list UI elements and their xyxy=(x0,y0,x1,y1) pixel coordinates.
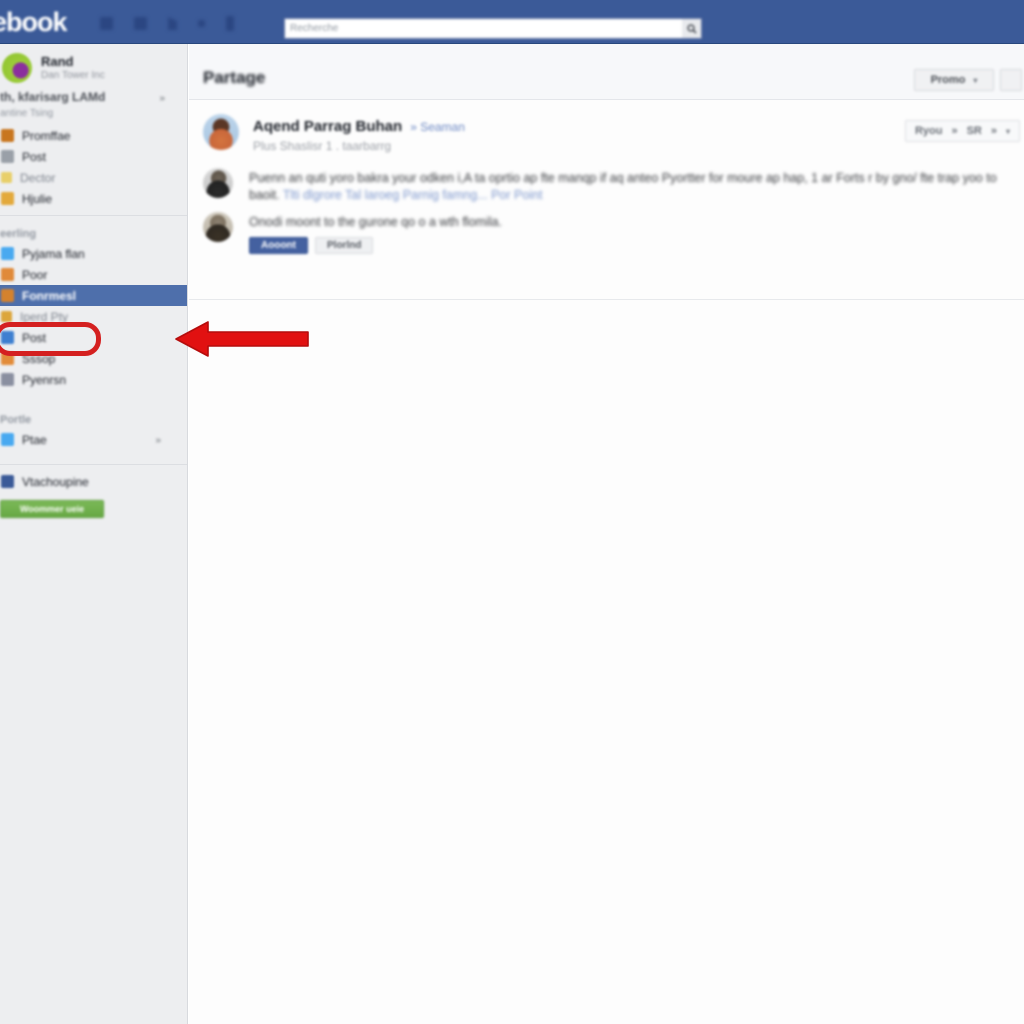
friends-icon[interactable] xyxy=(134,17,147,30)
profile-name: Rand xyxy=(41,53,74,69)
sidebar-divider xyxy=(0,215,187,216)
sidebar-section-label: eerling xyxy=(0,228,37,240)
promo-dropdown-label: Promo xyxy=(930,74,966,86)
post-author-name[interactable]: Aqend Parrag Buhan xyxy=(253,118,402,135)
feed-icon xyxy=(1,289,14,302)
sidebar-item-iperd-pty[interactable]: Iperd Pty xyxy=(0,306,187,327)
post-action-segment-3: SR xyxy=(966,125,982,137)
sidebar-profile[interactable]: Rand Dan Tower Inc xyxy=(0,44,187,86)
sidebar-group-header[interactable]: th, kfarisarg LAMd » xyxy=(0,86,187,108)
app-icon xyxy=(1,373,14,386)
page-title: Partage xyxy=(203,68,266,87)
facebook-logo[interactable]: ebook xyxy=(0,8,68,36)
page-header: Partage Promo ▾ xyxy=(189,44,1024,100)
store-icon xyxy=(1,352,14,365)
post-card: Aqend Parrag Buhan » Seaman Plus Shaslis… xyxy=(189,100,1024,300)
notification-dot-icon[interactable] xyxy=(198,20,205,27)
comment-action-buttons: Aooont Plorlnd xyxy=(249,237,1012,254)
search-icon[interactable] xyxy=(682,19,701,38)
sidebar-item-ptae[interactable]: Ptae » xyxy=(0,429,187,450)
sidebar-item-label: Poor xyxy=(22,267,48,282)
avatar xyxy=(2,53,32,83)
post-action-dropdown[interactable]: Ryou » SR » ▾ xyxy=(904,120,1020,142)
comment-row: Onodi moont to the gurone qo o a wth flo… xyxy=(189,212,1024,254)
search-input[interactable] xyxy=(285,19,682,38)
messenger-icon xyxy=(1,433,14,446)
chevron-down-icon: ▾ xyxy=(973,75,978,85)
tasks-icon xyxy=(1,192,14,205)
left-sidebar[interactable]: Rand Dan Tower Inc th, kfarisarg LAMd » … xyxy=(0,44,188,1024)
chevron-more-icon[interactable]: » xyxy=(155,435,161,446)
comment-text: Onodi moont to the gurone qo o a wth flo… xyxy=(249,215,502,229)
post-header: Aqend Parrag Buhan » Seaman Plus Shaslis… xyxy=(189,114,1024,164)
accept-button[interactable]: Aooont xyxy=(249,237,308,254)
people-icon xyxy=(1,331,14,344)
settings-icon xyxy=(1,311,12,322)
sidebar-group-subtitle: antine Tsing xyxy=(0,108,54,119)
avatar[interactable] xyxy=(203,114,239,150)
sidebar-item-fonrmesl[interactable]: Fonrmesl xyxy=(0,285,187,306)
chevron-more-icon[interactable]: » xyxy=(159,93,165,104)
profile-subtitle: Dan Tower Inc xyxy=(41,69,105,81)
avatar[interactable] xyxy=(203,168,233,198)
avatar[interactable] xyxy=(203,212,233,242)
messenger-icon[interactable] xyxy=(168,17,177,30)
comment-link[interactable]: Tlti dlgrore Tal laroeg Parnig famng... xyxy=(283,188,488,202)
post-meta: Plus Shaslisr 1 . taarbarrg xyxy=(253,139,392,153)
sidebar-item-pyjama-flan[interactable]: Pyjama flan xyxy=(0,243,187,264)
secondary-header-button[interactable] xyxy=(1000,69,1022,91)
inbox-icon xyxy=(1,268,14,281)
sidebar-item-poor[interactable]: Poor xyxy=(0,264,187,285)
sidebar-item-label: Fonrmesl xyxy=(22,288,77,303)
sidebar-item-label: Pyjama flan xyxy=(22,246,85,261)
comment-text: Puenn an quti yoro bakra your odken i,A … xyxy=(249,170,1012,204)
post-action-segment-4: » xyxy=(990,125,997,137)
sidebar-item-post-2[interactable]: Post xyxy=(0,327,187,348)
sidebar-item-label: Promffae xyxy=(22,128,71,143)
decline-button[interactable]: Plorlnd xyxy=(315,237,374,254)
sidebar-item-sssop[interactable]: Sssop xyxy=(0,348,187,369)
top-navigation-bar: ebook xyxy=(0,0,1024,44)
sidebar-item-vtachoupine[interactable]: Vtachoupine xyxy=(0,471,187,492)
top-nav-icon-group xyxy=(100,16,234,31)
sidebar-item-promffae[interactable]: Promffae xyxy=(0,125,187,146)
sidebar-item-label: Dector xyxy=(20,170,56,185)
post-action-segment-1: Ryou xyxy=(914,125,943,137)
sidebar-section-label-2: Portle xyxy=(0,414,32,426)
sidebar-item-dector[interactable]: Dector xyxy=(0,167,187,188)
chevron-down-icon: ▾ xyxy=(1005,126,1010,136)
search-bar[interactable] xyxy=(284,18,702,39)
facebook-icon xyxy=(1,475,14,488)
insights-icon xyxy=(1,247,14,260)
sidebar-item-label: Sssop xyxy=(22,351,56,366)
comment-link-2[interactable]: Por Point xyxy=(491,188,542,202)
sidebar-item-label: Iperd Pty xyxy=(20,309,69,324)
page-header-actions: Promo ▾ xyxy=(914,69,1022,91)
grid-icon[interactable] xyxy=(100,17,113,30)
sidebar-item-post[interactable]: Post xyxy=(0,146,187,167)
create-promotion-button[interactable]: Woommer ueie xyxy=(0,500,104,518)
post-action-segment-2: » xyxy=(951,125,958,137)
sidebar-item-label: Hjulie xyxy=(22,191,53,206)
sidebar-item-label: Ptae xyxy=(22,432,47,447)
post-author-link[interactable]: » Seaman xyxy=(410,120,465,134)
post-icon xyxy=(1,150,14,163)
main-content: Partage Promo ▾ Aqend Parrag Buhan » Sea… xyxy=(189,44,1024,1024)
sidebar-divider-2 xyxy=(0,464,187,465)
sidebar-item-pyenrsn[interactable]: Pyenrsn xyxy=(0,369,187,390)
promo-dropdown-button[interactable]: Promo ▾ xyxy=(914,69,994,91)
sidebar-group-title: th, kfarisarg LAMd xyxy=(0,90,106,104)
folder-icon xyxy=(1,172,12,183)
sidebar-item-label: Vtachoupine xyxy=(22,474,89,489)
comment-row: Puenn an quti yoro bakra your odken i,A … xyxy=(189,168,1024,204)
sidebar-item-label: Post xyxy=(22,330,47,345)
sidebar-item-label: Post xyxy=(22,149,47,164)
bell-icon[interactable] xyxy=(226,16,234,31)
sidebar-item-label: Pyenrsn xyxy=(22,372,67,387)
sidebar-item-hjulie[interactable]: Hjulie xyxy=(0,188,187,209)
pages-icon xyxy=(1,129,14,142)
